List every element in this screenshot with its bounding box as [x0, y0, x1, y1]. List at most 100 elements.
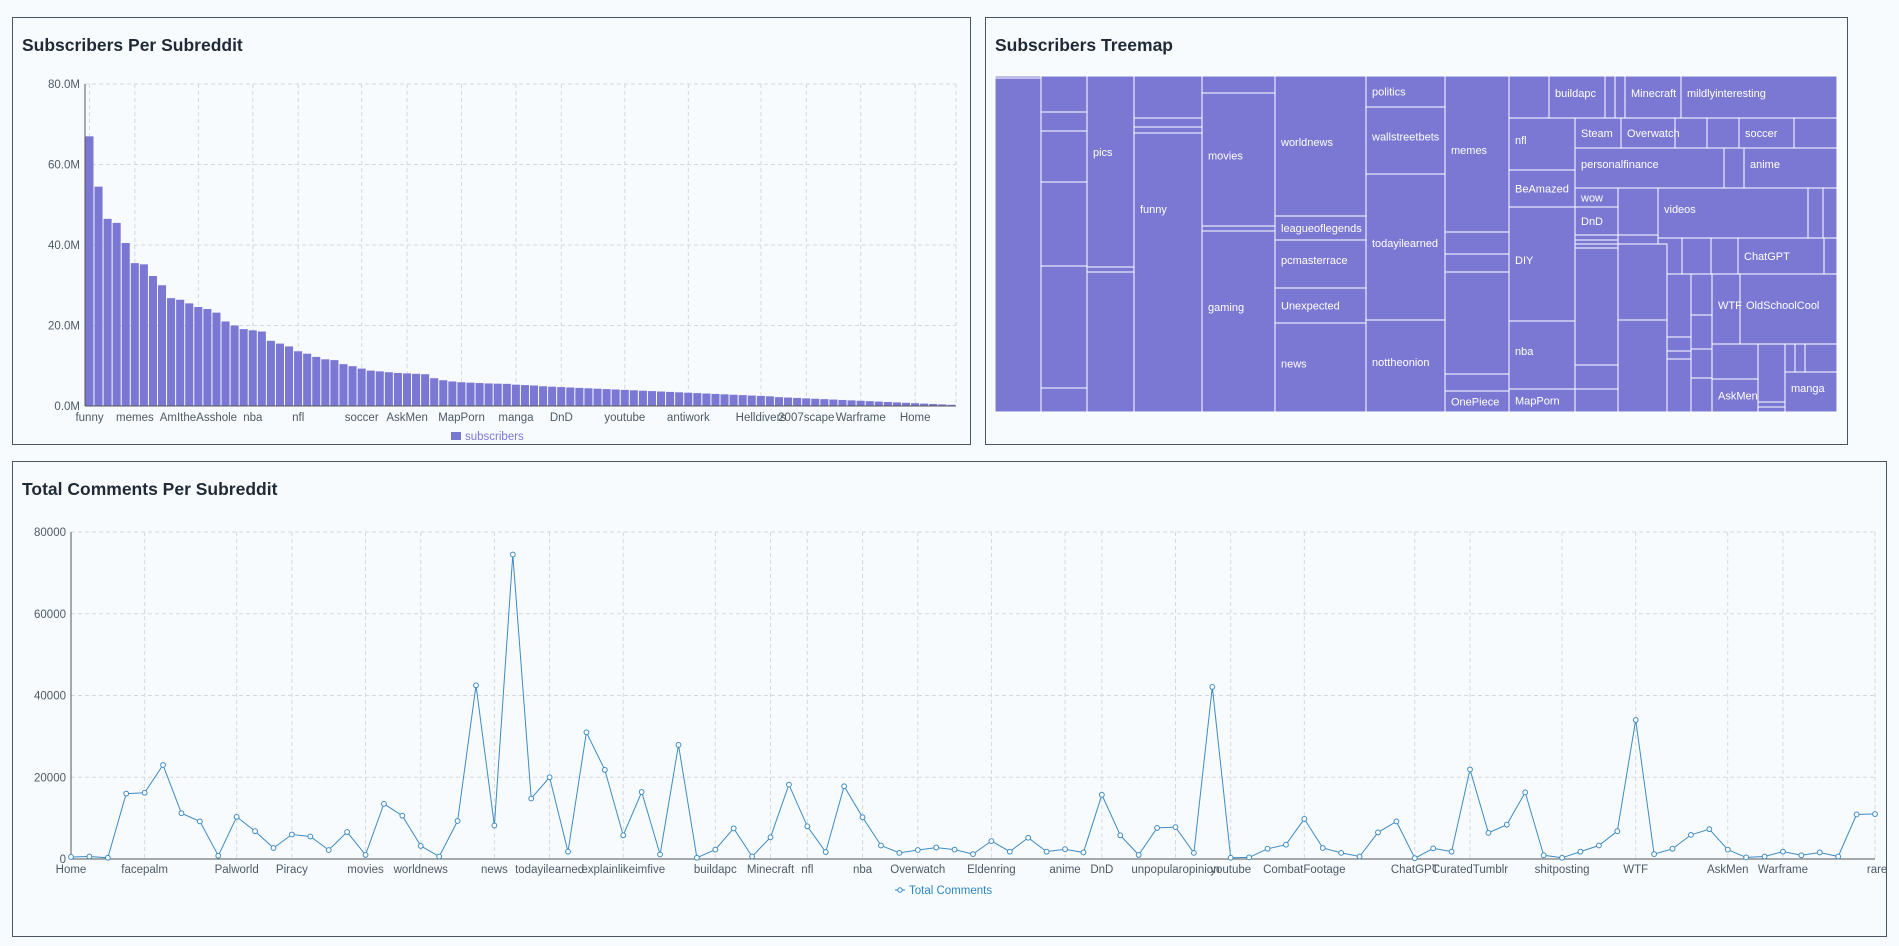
treemap-cell[interactable]: [1690, 348, 1713, 379]
treemap-cell[interactable]: [1201, 225, 1276, 232]
treemap-cell[interactable]: [1706, 117, 1740, 149]
data-point: [767, 834, 774, 841]
bar: [548, 386, 557, 406]
bar: [620, 389, 629, 406]
treemap-cell[interactable]: [1444, 231, 1510, 255]
treemap-cell[interactable]: [1757, 343, 1786, 409]
treemap-cell[interactable]: [1617, 319, 1668, 413]
treemap-cell[interactable]: [1823, 237, 1838, 275]
legend-swatch[interactable]: [451, 432, 461, 440]
treemap-cell[interactable]: [1040, 75, 1088, 113]
treemap-cell[interactable]: [1794, 343, 1806, 373]
treemap-label: WTF: [1718, 300, 1742, 312]
data-point: [1669, 845, 1676, 852]
bar: [275, 343, 285, 406]
bar: [811, 398, 820, 406]
treemap-cell[interactable]: [1690, 273, 1713, 316]
treemap-cell[interactable]: [1086, 75, 1135, 268]
treemap-cell[interactable]: [1574, 234, 1619, 241]
treemap-cell[interactable]: [1757, 406, 1786, 413]
line-x-tick-label: youtube: [1210, 864, 1251, 876]
bar-x-tick-label: Warframe: [836, 412, 886, 424]
treemap-cell[interactable]: [1711, 343, 1759, 380]
treemap-cell[interactable]: [1723, 147, 1745, 189]
line-x-tick-label: WTF: [1623, 864, 1648, 876]
bar-x-tick-label: AmItheAsshole: [160, 412, 237, 424]
data-point: [1338, 849, 1345, 856]
data-point: [1706, 826, 1713, 833]
treemap-cell[interactable]: [1666, 358, 1692, 413]
treemap-label: Unexpected: [1281, 301, 1340, 313]
bar: [892, 402, 901, 406]
treemap-cell[interactable]: [1793, 117, 1838, 149]
treemap-cell[interactable]: [1807, 187, 1824, 239]
bar-x-tick-label: antiwork: [667, 412, 710, 424]
treemap-cell[interactable]: [1674, 117, 1708, 149]
treemap-cell[interactable]: [1444, 271, 1510, 375]
treemap-label: OldSchoolCool: [1746, 300, 1819, 312]
bar: [475, 383, 484, 406]
treemap-cell[interactable]: [1757, 401, 1786, 408]
bar: [575, 387, 584, 406]
treemap-cell[interactable]: [1666, 350, 1692, 360]
treemap-cell[interactable]: [1710, 237, 1739, 275]
treemap-cell[interactable]: [1822, 187, 1838, 239]
treemap-cell[interactable]: [1574, 388, 1619, 413]
line-x-tick-label: rareinsults: [1867, 864, 1886, 876]
treemap-cell[interactable]: [1040, 387, 1088, 413]
data-point: [141, 789, 148, 796]
line-x-tick-label: Eldenring: [967, 864, 1016, 876]
treemap-cell[interactable]: [1681, 237, 1712, 275]
treemap-cell[interactable]: [1574, 234, 1619, 366]
treemap-cell[interactable]: [1133, 75, 1203, 119]
treemap-cell[interactable]: [1133, 117, 1203, 128]
bar: [294, 351, 303, 406]
treemap-cell[interactable]: [1574, 239, 1619, 245]
bar: [729, 394, 738, 406]
data-point: [1503, 821, 1510, 828]
treemap-cell[interactable]: [1784, 343, 1796, 373]
treemap-cell[interactable]: [1040, 265, 1088, 389]
treemap-cell[interactable]: [1614, 75, 1626, 119]
subscribers-bar-chart: 0.0M20.0M40.0M60.0M80.0Mfunny memes AmIthe…: [48, 79, 957, 443]
treemap-cell[interactable]: [1133, 132, 1203, 413]
treemap-cell[interactable]: [1617, 243, 1668, 321]
bar: [248, 330, 257, 406]
data-point: [1098, 791, 1105, 798]
data-point: [1411, 855, 1418, 862]
treemap-cell[interactable]: [1604, 75, 1616, 119]
bar: [629, 390, 638, 406]
treemap-cell[interactable]: [1804, 343, 1838, 373]
treemap-cell[interactable]: [1040, 181, 1088, 267]
treemap-label: Minecraft: [1631, 88, 1676, 100]
bar: [203, 308, 212, 406]
treemap-cell[interactable]: [1040, 130, 1088, 183]
treemap-cell[interactable]: [1574, 243, 1619, 249]
treemap-label: AskMen: [1718, 391, 1758, 403]
treemap-cell[interactable]: [1201, 230, 1276, 413]
treemap-cell[interactable]: [1666, 336, 1692, 352]
treemap-cell[interactable]: [1444, 253, 1510, 273]
treemap-cell[interactable]: [994, 75, 1042, 413]
treemap-cell[interactable]: [1444, 373, 1510, 392]
treemap-cell[interactable]: [1690, 314, 1713, 350]
data-point: [914, 847, 921, 853]
treemap-cell[interactable]: [1201, 75, 1276, 94]
treemap-cell[interactable]: [1086, 266, 1135, 273]
treemap-cell[interactable]: [1040, 111, 1088, 132]
treemap-label: movies: [1208, 151, 1243, 163]
treemap-cell[interactable]: [994, 75, 1042, 79]
line-y-tick-label: 40000: [34, 691, 66, 703]
data-point: [693, 854, 700, 861]
treemap-cell[interactable]: [1666, 273, 1692, 338]
treemap-cell[interactable]: [1690, 377, 1713, 413]
bar: [257, 331, 266, 406]
data-point: [1522, 789, 1529, 796]
treemap-cell[interactable]: [1574, 364, 1619, 390]
treemap-cell[interactable]: [1617, 187, 1659, 236]
data-point: [620, 832, 627, 839]
subscribers-treemap-panel: Subscribers Treemap pics funny movies gamin…: [985, 17, 1848, 445]
treemap-cell[interactable]: [1086, 271, 1135, 413]
line-x-tick-label: CombatFootage: [1263, 864, 1345, 876]
treemap-cell[interactable]: [1133, 126, 1203, 134]
